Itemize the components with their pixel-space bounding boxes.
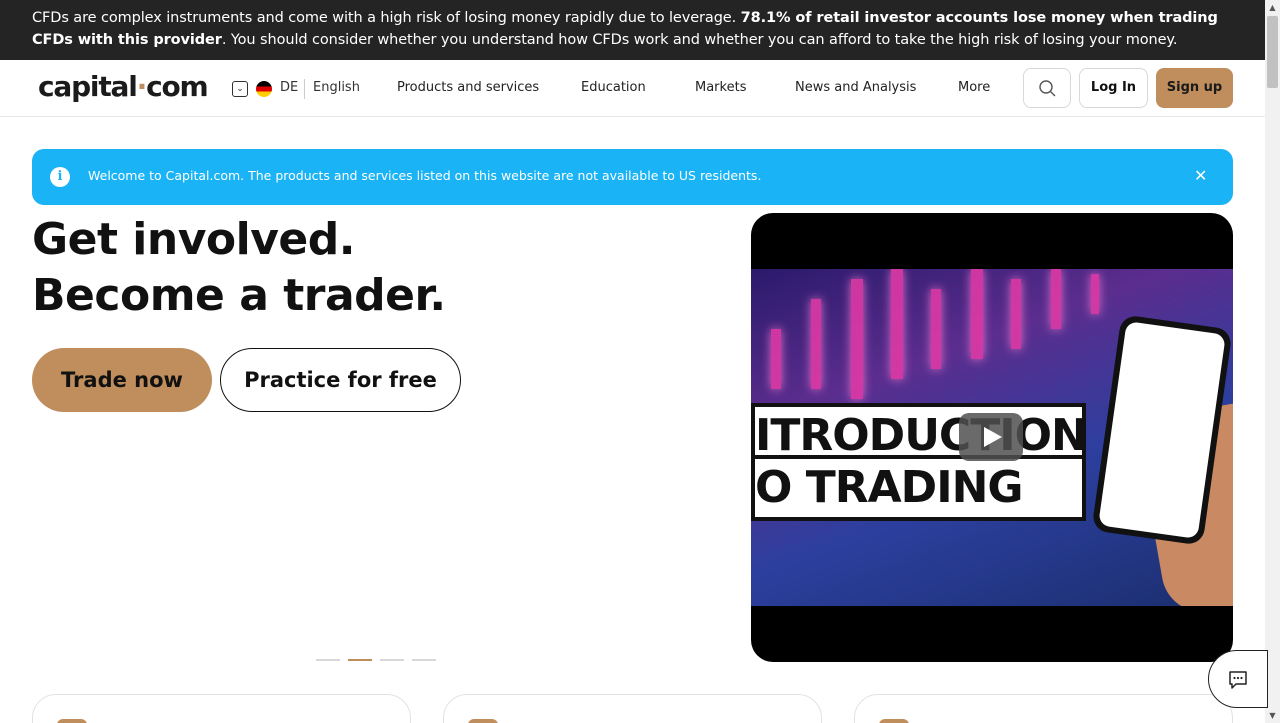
practice-for-free-button[interactable]: Practice for free (220, 348, 461, 412)
nav-news-and-analysis[interactable]: News and Analysis (795, 80, 916, 95)
play-icon[interactable] (959, 413, 1023, 461)
carousel-indicator-3[interactable] (380, 659, 404, 661)
log-in-button[interactable]: Log In (1079, 68, 1148, 108)
risk-warning-text: CFDs are complex instruments and come wi… (32, 10, 741, 26)
germany-flag-icon[interactable] (256, 81, 272, 97)
close-icon[interactable]: ✕ (1194, 166, 1207, 185)
nav-markets[interactable]: Markets (695, 80, 746, 95)
risk-warning-text-end: . You should consider whether you unders… (221, 32, 1178, 48)
hero-headline-line-1: Get involved. (32, 214, 355, 265)
us-residents-notice: i Welcome to Capital.com. The products a… (32, 149, 1233, 205)
scroll-thumb[interactable] (1267, 16, 1278, 88)
intro-video-player[interactable]: ITRODUCTION O TRADING (751, 213, 1233, 662)
risk-warning-banner: CFDs are complex instruments and come wi… (0, 0, 1265, 60)
chevron-down-icon[interactable]: ⌄ (232, 81, 248, 97)
feature-card-2[interactable] (443, 694, 822, 723)
carousel-indicator-4[interactable] (412, 659, 436, 661)
nav-more[interactable]: More (958, 80, 990, 95)
carousel-indicator-2[interactable] (348, 659, 372, 661)
hero-headline-line-2: Become a trader. (32, 270, 446, 321)
feature-icon (468, 719, 498, 723)
search-button[interactable] (1023, 68, 1071, 108)
site-header: capital·com ⌄ DE English Products and se… (0, 60, 1265, 117)
carousel-indicator-1[interactable] (316, 659, 340, 661)
info-icon: i (50, 167, 70, 187)
page-scrollbar[interactable]: ▲ ▼ (1265, 0, 1280, 723)
feature-icon (879, 719, 909, 723)
video-title-line-2: O TRADING (751, 455, 1086, 521)
chat-button[interactable] (1208, 650, 1268, 708)
search-icon (1039, 80, 1056, 97)
feature-card-3[interactable] (854, 694, 1233, 723)
scroll-up-arrow-icon[interactable]: ▲ (1265, 0, 1280, 15)
trade-now-button[interactable]: Trade now (32, 348, 212, 412)
feature-icon (57, 719, 87, 723)
language-selector[interactable]: English (313, 80, 360, 95)
chat-icon (1229, 671, 1247, 689)
country-code[interactable]: DE (280, 80, 298, 95)
feature-card-1[interactable] (32, 694, 411, 723)
language-divider (304, 79, 305, 99)
nav-education[interactable]: Education (581, 80, 646, 95)
nav-products-and-services[interactable]: Products and services (397, 80, 539, 95)
sign-up-button[interactable]: Sign up (1156, 68, 1233, 108)
notice-text: Welcome to Capital.com. The products and… (88, 168, 762, 183)
capital-com-logo[interactable]: capital·com (38, 70, 209, 103)
scroll-down-arrow-icon[interactable]: ▼ (1265, 708, 1280, 723)
